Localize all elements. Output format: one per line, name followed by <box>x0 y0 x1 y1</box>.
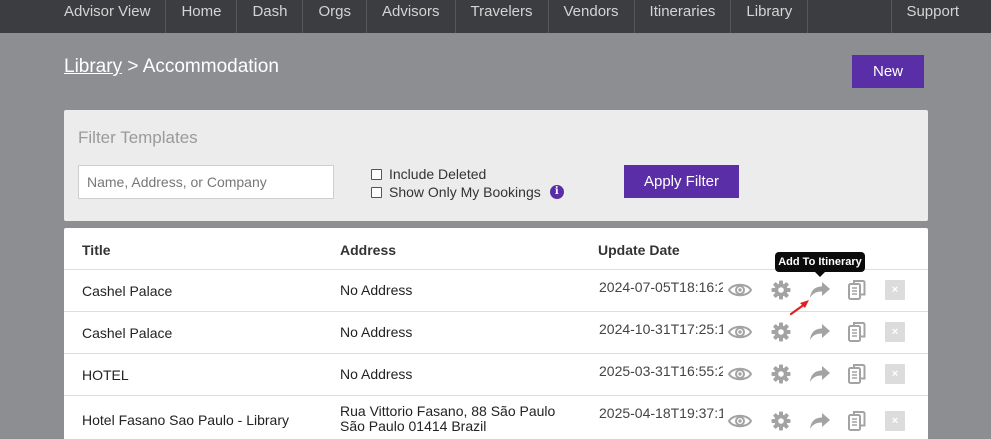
copy-icon[interactable] <box>844 408 870 434</box>
page-title: Accommodation <box>142 56 279 77</box>
show-only-my-bookings-checkbox[interactable] <box>371 186 382 198</box>
close-icon[interactable]: × <box>885 280 905 300</box>
row-title: Hotel Fasano Sao Paulo - Library <box>82 412 289 428</box>
include-deleted-checkbox[interactable] <box>371 168 382 180</box>
row-update-date: 2024-07-05T18:16:25 <box>599 279 723 295</box>
row-address: No Address <box>340 282 413 298</box>
breadcrumb-separator: > <box>122 56 143 77</box>
nav-home[interactable]: Home <box>166 0 238 33</box>
nav-vendors[interactable]: Vendors <box>549 0 635 33</box>
eye-icon[interactable] <box>727 277 753 303</box>
include-deleted-label: Include Deleted <box>389 166 487 182</box>
header-update-date[interactable]: Update Date <box>598 242 680 258</box>
show-only-my-bookings-option[interactable]: Show Only My Bookings i <box>371 184 564 200</box>
breadcrumb: Library > Accommodation <box>64 56 279 78</box>
nav-support[interactable]: Support <box>892 0 991 33</box>
close-icon[interactable]: × <box>885 322 905 342</box>
row-update-date: 2025-03-31T16:55:29 <box>599 363 723 379</box>
show-only-my-bookings-label: Show Only My Bookings <box>389 184 541 200</box>
gear-icon[interactable] <box>768 408 794 434</box>
row-title: Cashel Palace <box>82 325 173 341</box>
copy-icon[interactable] <box>844 277 870 303</box>
nav-travelers[interactable]: Travelers <box>456 0 549 33</box>
copy-icon[interactable] <box>844 361 870 387</box>
apply-filter-button[interactable]: Apply Filter <box>624 165 739 198</box>
share-arrow-icon[interactable] <box>807 408 833 434</box>
row-address-line1: Rua Vittorio Fasano, 88 São Paulo <box>340 403 556 419</box>
header-address[interactable]: Address <box>340 242 396 258</box>
new-button[interactable]: New <box>852 55 924 88</box>
row-address: No Address <box>340 366 413 382</box>
info-icon[interactable]: i <box>549 185 564 199</box>
red-pointer-arrow-icon <box>789 300 809 316</box>
copy-icon[interactable] <box>844 319 870 345</box>
row-update-date: 2024-10-31T17:25:14 <box>599 321 723 337</box>
row-title: HOTEL <box>82 367 129 383</box>
nav-itineraries[interactable]: Itineraries <box>635 0 732 33</box>
breadcrumb-library-link[interactable]: Library <box>64 56 122 77</box>
gear-icon[interactable] <box>768 319 794 345</box>
eye-icon[interactable] <box>727 408 753 434</box>
nav-library[interactable]: Library <box>731 0 809 33</box>
share-arrow-icon[interactable] <box>807 319 833 345</box>
nav-spacer <box>808 0 893 33</box>
close-icon[interactable]: × <box>885 364 905 384</box>
table-row[interactable]: Cashel Palace No Address 2024-10-31T17:25:… <box>64 312 928 354</box>
nav-advisor-view[interactable]: Advisor View <box>0 0 167 33</box>
row-address-line2: São Paulo 01414 Brazil <box>340 418 487 434</box>
top-nav: Advisor View Home Dash Orgs Advisors Tra… <box>0 0 991 33</box>
eye-icon[interactable] <box>727 319 753 345</box>
header-title[interactable]: Title <box>82 242 111 258</box>
share-arrow-icon[interactable] <box>807 361 833 387</box>
close-icon[interactable]: × <box>885 411 905 431</box>
nav-orgs[interactable]: Orgs <box>303 0 367 33</box>
nav-advisors[interactable]: Advisors <box>367 0 456 33</box>
add-to-itinerary-tooltip: Add To Itinerary <box>775 252 865 277</box>
gear-icon[interactable] <box>768 361 794 387</box>
row-title: Cashel Palace <box>82 283 173 299</box>
row-address: Rua Vittorio Fasano, 88 São Paulo São Pau… <box>340 404 555 434</box>
row-address: No Address <box>340 324 413 340</box>
table-row[interactable]: Hotel Fasano Sao Paulo - Library Rua Vitt… <box>64 396 928 439</box>
search-input[interactable] <box>78 165 334 199</box>
row-update-date: 2025-04-18T19:37:16 <box>599 405 723 421</box>
table-row[interactable]: HOTEL No Address 2025-03-31T16:55:29 × <box>64 354 928 396</box>
eye-icon[interactable] <box>727 361 753 387</box>
nav-dash[interactable]: Dash <box>237 0 304 33</box>
include-deleted-option[interactable]: Include Deleted <box>371 166 486 182</box>
filter-panel: Filter Templates Include Deleted Show On… <box>64 110 928 221</box>
filter-title: Filter Templates <box>78 128 198 147</box>
